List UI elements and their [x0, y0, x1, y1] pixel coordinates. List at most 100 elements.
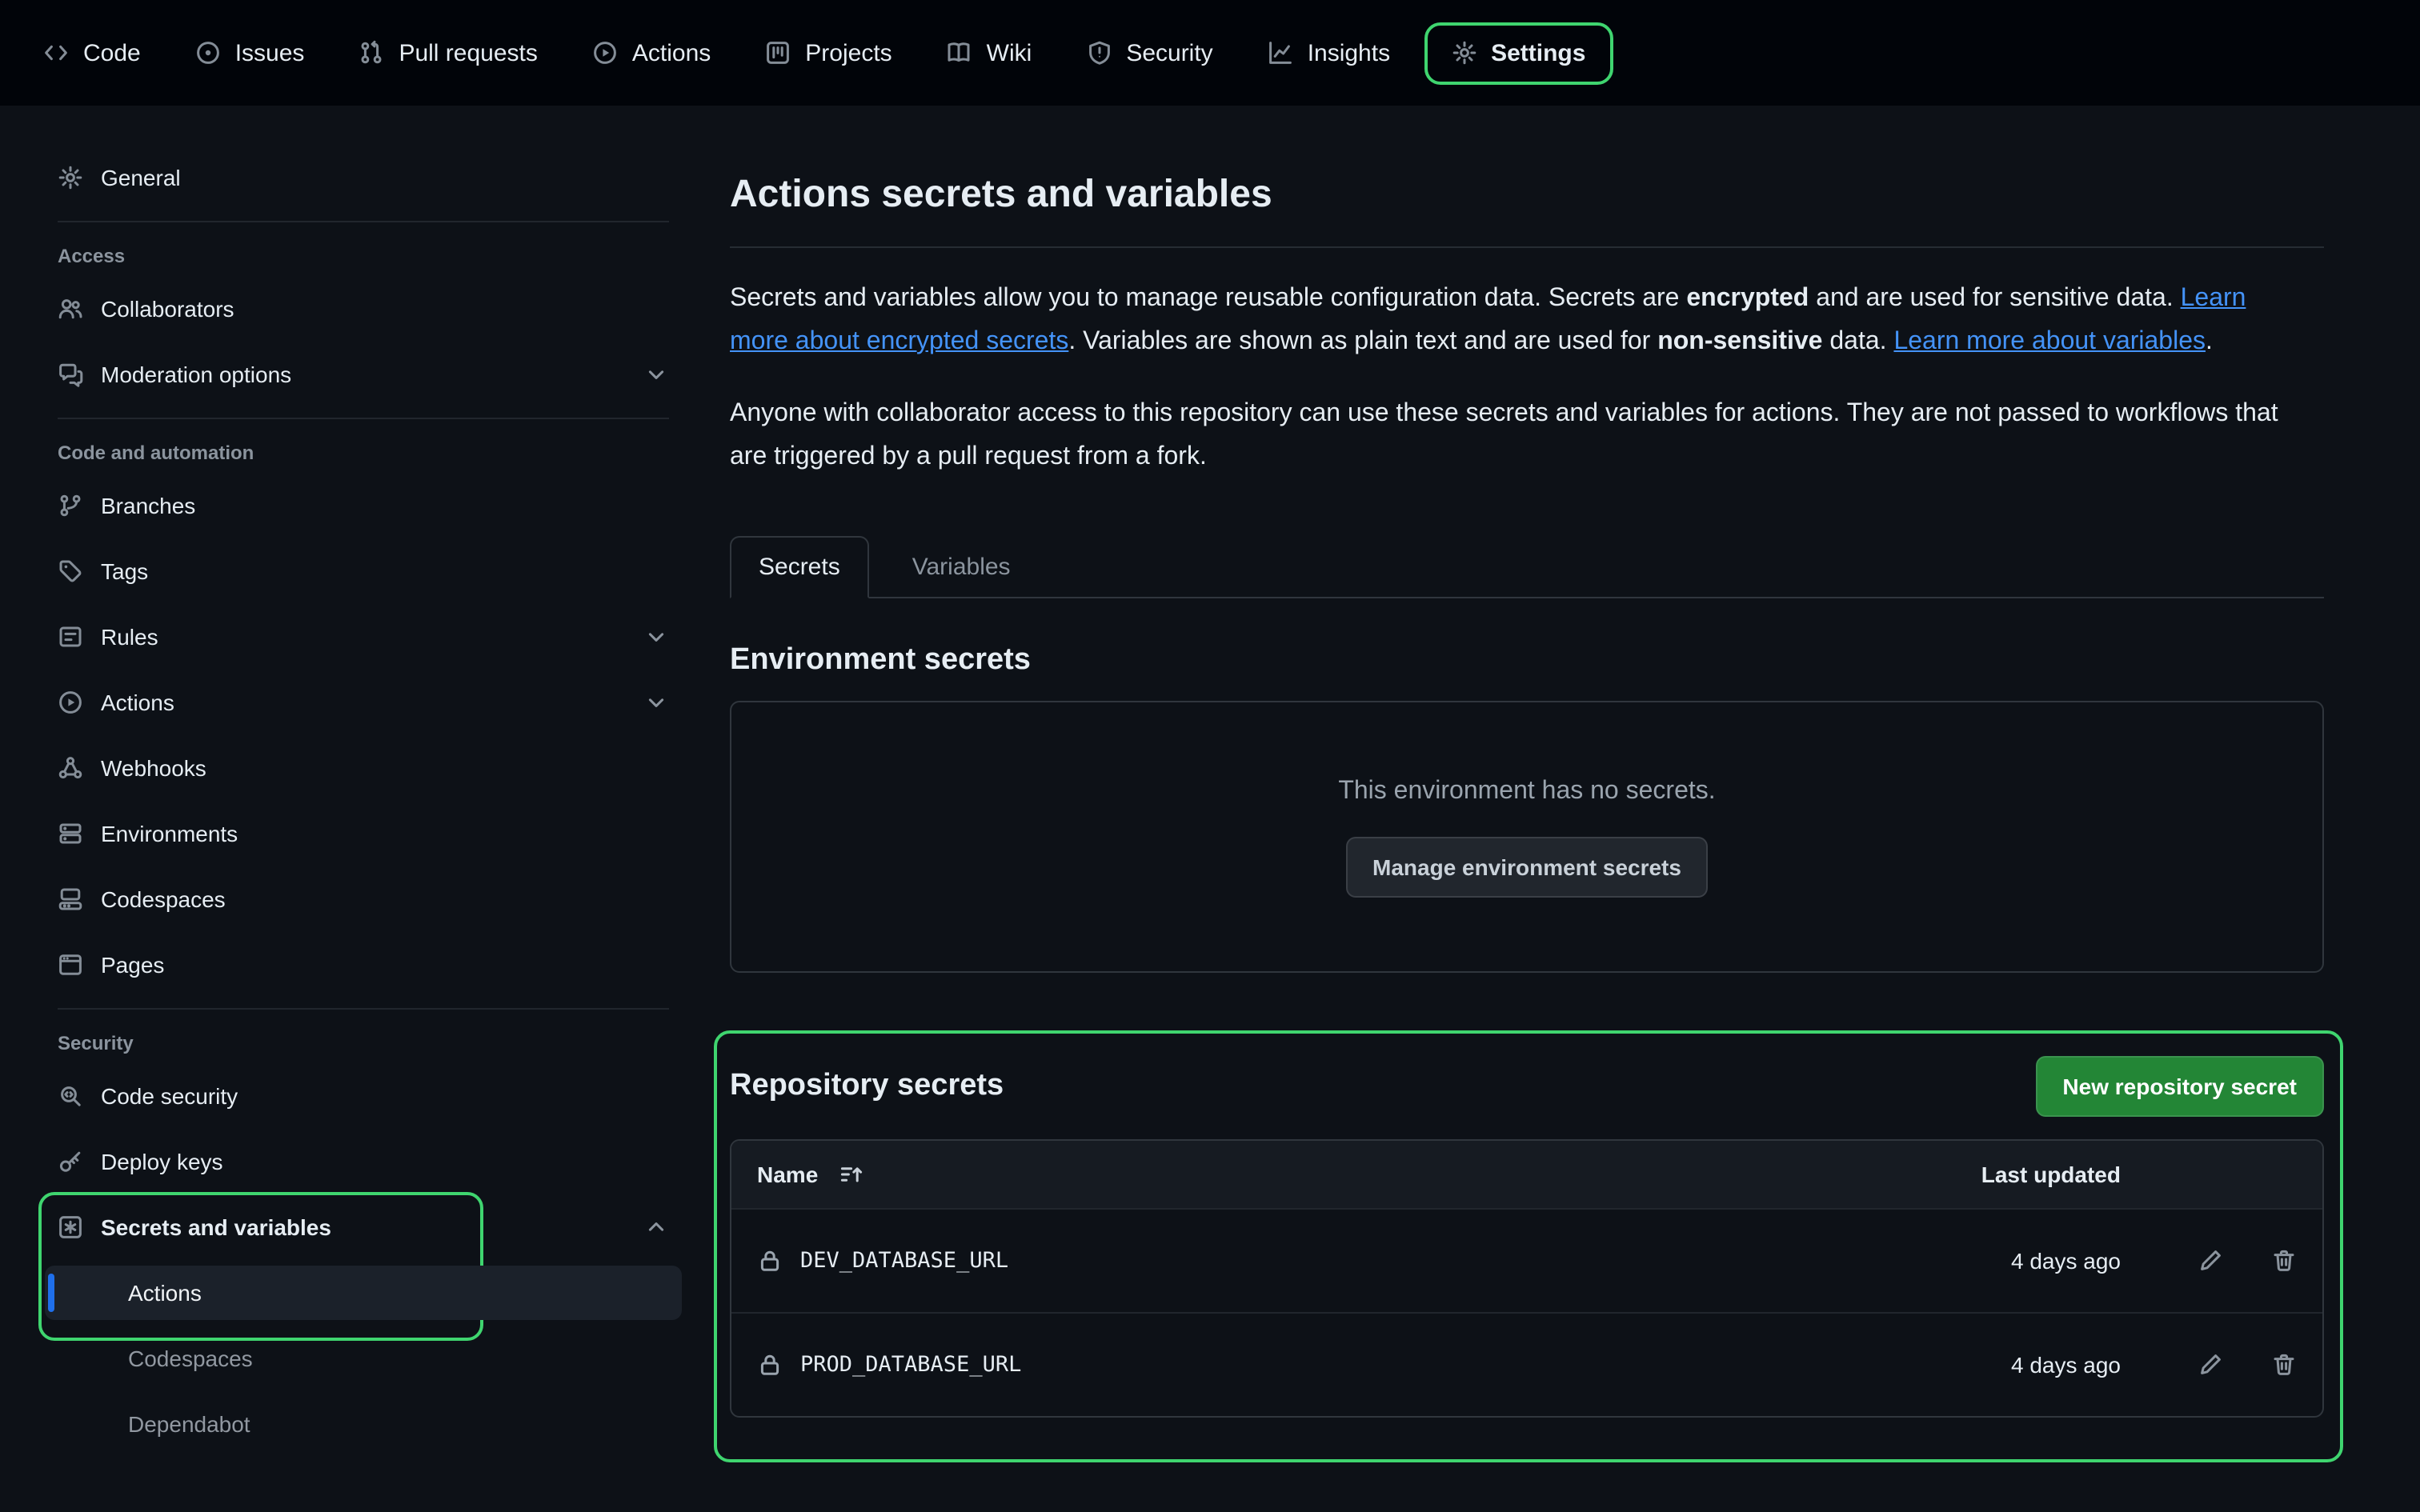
sidebar-item-code-security[interactable]: Code security [45, 1069, 682, 1123]
name-column-header: Name [757, 1162, 818, 1187]
issue-opened-icon [195, 40, 221, 66]
sidebar-item-label: Rules [101, 624, 158, 650]
sidebar-item-label: Branches [101, 493, 195, 518]
intro-text: . [2206, 328, 2213, 355]
secrets-and-variables-group: Secrets and variables Actions Codespaces… [45, 1200, 682, 1451]
secret-last-updated: 4 days ago [1929, 1352, 2121, 1378]
tab-insights[interactable]: Insights [1247, 25, 1411, 81]
manage-environment-secrets-button[interactable]: Manage environment secrets [1345, 836, 1709, 897]
fork-note-paragraph: Anyone with collaborator access to this … [730, 392, 2306, 478]
tab-projects[interactable]: Projects [744, 25, 912, 81]
tag-icon [58, 558, 83, 584]
tab-issues[interactable]: Issues [174, 25, 326, 81]
comment-discussion-icon [58, 362, 83, 387]
sidebar-item-label: Collaborators [101, 296, 234, 322]
sidebar-item-label: Webhooks [101, 755, 206, 781]
tab-code-label: Code [83, 39, 141, 66]
project-columns-icon [765, 40, 791, 66]
sidebar-item-environments[interactable]: Environments [45, 806, 682, 861]
key-icon [58, 1149, 83, 1174]
codescan-icon [58, 1083, 83, 1109]
sidebar-subitem-codespaces[interactable]: Codespaces [45, 1331, 682, 1386]
intro-bold-encrypted: encrypted [1686, 285, 1809, 312]
tab-wiki-label: Wiki [987, 39, 1032, 66]
sidebar-item-tags[interactable]: Tags [45, 544, 682, 598]
sidebar-subitem-label: Actions [128, 1280, 202, 1306]
play-icon [592, 40, 618, 66]
tab-actions-label: Actions [632, 39, 711, 66]
repo-topnav: Code Issues Pull requests Actions Projec… [0, 0, 2420, 106]
sidebar-item-label: Actions [101, 690, 174, 715]
shield-icon [1086, 40, 1112, 66]
edit-secret-button[interactable] [2198, 1352, 2223, 1378]
gear-icon [1451, 40, 1476, 66]
repository-secrets-heading: Repository secrets [730, 1069, 1004, 1104]
new-repository-secret-button[interactable]: New repository secret [2035, 1056, 2324, 1117]
sidebar-item-secrets-and-variables[interactable]: Secrets and variables [45, 1200, 682, 1254]
tab-security[interactable]: Security [1065, 25, 1233, 81]
sidebar-item-deploy-keys[interactable]: Deploy keys [45, 1134, 682, 1189]
github-repo-settings-page: Code Issues Pull requests Actions Projec… [0, 0, 2420, 1512]
lock-icon [757, 1352, 783, 1378]
codespaces-icon [58, 886, 83, 912]
code-icon [43, 40, 69, 66]
tab-insights-label: Insights [1308, 39, 1390, 66]
server-icon [58, 821, 83, 846]
secret-row-prod: PROD_DATABASE_URL 4 days ago [731, 1312, 2322, 1416]
sidebar-item-pages[interactable]: Pages [45, 938, 682, 992]
sidebar-item-moderation-options[interactable]: Moderation options [45, 347, 682, 402]
delete-secret-button[interactable] [2271, 1248, 2297, 1274]
sidebar-subitem-actions[interactable]: Actions [45, 1266, 682, 1320]
repository-secrets-header: Repository secrets New repository secret [730, 1056, 2324, 1117]
sidebar-item-rules[interactable]: Rules [45, 610, 682, 664]
sidebar-item-branches[interactable]: Branches [45, 478, 682, 533]
environment-secrets-heading: Environment secrets [730, 643, 2324, 678]
environment-secrets-empty-state: This environment has no secrets. Manage … [730, 701, 2324, 973]
sidebar-item-label: Codespaces [101, 886, 226, 912]
secret-asterisk-icon [58, 1214, 83, 1240]
git-pull-request-icon [359, 40, 384, 66]
sidebar-item-label: Moderation options [101, 362, 291, 387]
webhook-icon [58, 755, 83, 781]
lock-icon [757, 1248, 783, 1274]
play-icon [58, 690, 83, 715]
delete-secret-button[interactable] [2271, 1352, 2297, 1378]
sort-ascending-icon[interactable] [839, 1162, 864, 1187]
title-divider [730, 246, 2324, 248]
gear-icon [58, 165, 83, 190]
secret-last-updated: 4 days ago [1929, 1248, 2121, 1274]
intro-paragraph: Secrets and variables allow you to manag… [730, 277, 2306, 363]
intro-text: and are used for sensitive data. [1809, 285, 2180, 312]
tab-variables[interactable]: Variables [885, 538, 1038, 597]
sidebar-item-actions[interactable]: Actions [45, 675, 682, 730]
variables-link[interactable]: Learn more about variables [1893, 328, 2206, 355]
tab-secrets[interactable]: Secrets [730, 536, 869, 598]
sidebar-section-code-automation: Code and automation [45, 419, 682, 478]
page-title: Actions secrets and variables [730, 173, 2324, 218]
tab-wiki[interactable]: Wiki [926, 25, 1053, 81]
intro-text: data. [1822, 328, 1893, 355]
sidebar-item-label: Pages [101, 952, 164, 978]
sidebar-item-codespaces[interactable]: Codespaces [45, 872, 682, 926]
tab-code[interactable]: Code [22, 25, 162, 81]
tab-settings-label: Settings [1491, 39, 1585, 66]
tab-actions[interactable]: Actions [571, 25, 731, 81]
tab-settings[interactable]: Settings [1424, 22, 1613, 84]
book-icon [947, 40, 972, 66]
sidebar-item-general[interactable]: General [45, 150, 682, 205]
sidebar-subitem-dependabot[interactable]: Dependabot [45, 1397, 682, 1451]
sidebar-item-label: Deploy keys [101, 1149, 223, 1174]
edit-secret-button[interactable] [2198, 1248, 2223, 1274]
git-branch-icon [58, 493, 83, 518]
sidebar-section-access: Access [45, 222, 682, 282]
intro-text: . Variables are shown as plain text and … [1068, 328, 1657, 355]
tab-issues-label: Issues [235, 39, 305, 66]
tab-pull-requests[interactable]: Pull requests [338, 25, 558, 81]
sidebar-item-webhooks[interactable]: Webhooks [45, 741, 682, 795]
secret-name: PROD_DATABASE_URL [800, 1352, 1021, 1378]
secret-row-dev: DEV_DATABASE_URL 4 days ago [731, 1208, 2322, 1312]
table-header-row: Name Last updated [731, 1141, 2322, 1208]
sidebar-item-collaborators[interactable]: Collaborators [45, 282, 682, 336]
rules-icon [58, 624, 83, 650]
tab-projects-label: Projects [805, 39, 891, 66]
